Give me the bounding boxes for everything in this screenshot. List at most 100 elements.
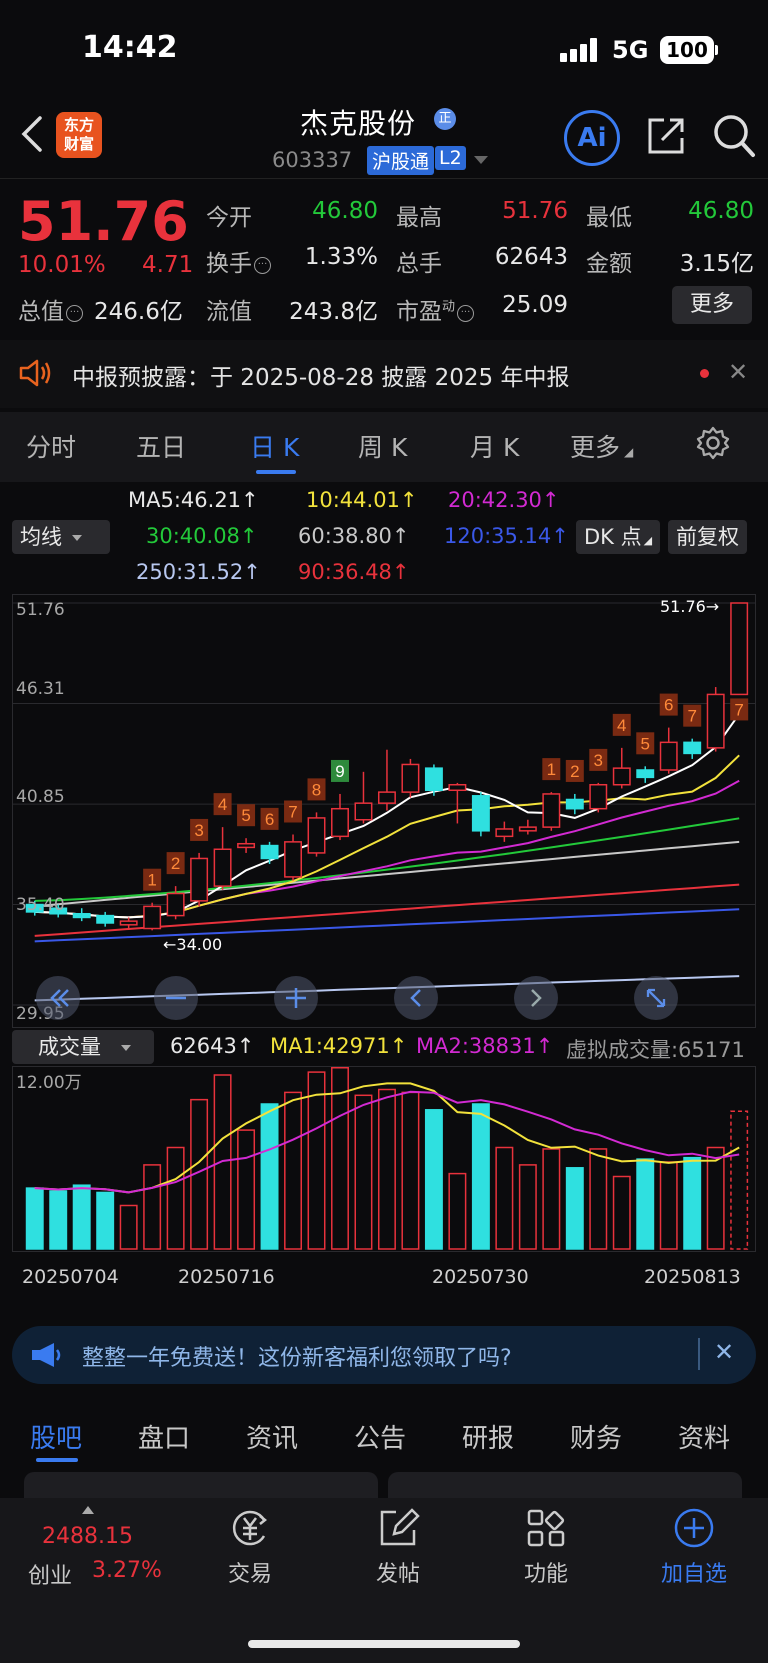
index-percent[interactable]: 3.27% [92,1558,162,1583]
add-watchlist-icon[interactable] [672,1506,716,1550]
volume-bar [260,1103,279,1250]
dropdown-icon [121,1045,131,1051]
tab-announcements[interactable]: 公告 [354,1418,406,1455]
speaker-icon [19,359,51,387]
scroll-left-button[interactable] [394,976,438,1020]
post-label[interactable]: 发帖 [348,1556,448,1588]
volume-bar [730,1110,749,1250]
high-value: 51.76 [502,198,568,224]
info-icon[interactable]: ··· [66,305,83,322]
td-count-label: 6 [664,696,673,715]
tab-profile[interactable]: 资料 [678,1418,730,1455]
gear-icon[interactable] [696,426,730,460]
close-icon[interactable]: ✕ [728,358,748,386]
kline-chart[interactable]: 12345678912345677 [12,594,756,1028]
close-icon[interactable]: ✕ [714,1338,734,1366]
volume-label: 总手 [396,251,442,277]
zoom-out-button[interactable] [154,976,198,1020]
volume-bar [565,1167,584,1250]
candle-body [471,795,490,832]
candle-body [659,741,678,771]
unread-dot [700,369,709,378]
status-time: 14:42 [82,30,178,65]
tab-indicator [36,1458,78,1462]
adjust-button[interactable]: 前复权 [668,520,747,554]
tab-daily-k[interactable]: 日 K [250,428,299,464]
dk-point-button[interactable]: DK 点 ◢ [576,520,661,554]
tab-indicator [256,470,296,474]
td-count-label: 7 [734,700,743,719]
tab-intraday[interactable]: 分时 [26,428,76,464]
ma250-value: 250:31.52↑ [136,560,261,584]
ma-selector[interactable]: 均线 [12,520,110,554]
candle-body [636,769,655,779]
tab-weekly-k[interactable]: 周 K [358,428,407,464]
index-name[interactable]: 创业 [28,1558,72,1590]
y-tick-label: 46.31 [16,679,65,699]
volume-chart[interactable] [12,1066,756,1252]
rewind-button[interactable] [36,976,80,1020]
candle-body [354,802,373,821]
amount-value: 3.15亿 [679,251,754,277]
candle-body [377,791,396,804]
app-logo[interactable]: 东方 财富 [56,112,102,158]
more-button[interactable]: 更多 [672,286,752,324]
function-label[interactable]: 功能 [496,1556,596,1588]
l2-tag[interactable]: L2 [435,146,466,170]
volume-bar [96,1191,115,1250]
candle-body [401,763,420,793]
volume-bar [683,1156,702,1250]
volume-bar [166,1146,185,1250]
trade-label[interactable]: 交易 [200,1556,300,1588]
tab-research[interactable]: 研报 [462,1418,514,1455]
candle-body [518,826,537,832]
watch-label[interactable]: 加自选 [644,1556,744,1588]
volume-ma1: MA1:42971↑ [270,1034,408,1058]
tab-forum[interactable]: 股吧 [30,1418,82,1455]
date-label: 20250813 [644,1266,741,1288]
tab-financials[interactable]: 财务 [570,1418,622,1455]
virtual-volume: 虚拟成交量:65171 [566,1038,745,1062]
ai-assistant-button[interactable]: Ai [564,110,620,166]
notice-text: 中报预披露：于 2025-08-28 披露 2025 年中报 [72,365,570,391]
date-label: 20250730 [432,1266,529,1288]
zoom-in-button[interactable] [274,976,318,1020]
volume-bar [307,1071,326,1250]
low-marker: ←34.00 [163,935,223,954]
banner-separator [698,1338,700,1370]
tab-more[interactable]: 更多 ◢ [570,428,633,464]
kline-svg: 12345 6 789 1 234567 7 [13,602,755,1006]
volume-selector[interactable]: 成交量 [12,1030,154,1064]
fullscreen-button[interactable] [634,976,678,1020]
search-icon[interactable] [712,112,756,160]
float-value: 243.8亿 [289,299,378,325]
volume-bar [542,1148,561,1250]
candle-body [166,892,185,917]
share-icon[interactable] [644,114,688,158]
tab-orderbook[interactable]: 盘口 [138,1418,190,1455]
td-count-label: 7 [288,803,297,822]
volume-bar [518,1164,537,1250]
trade-icon[interactable] [228,1506,272,1550]
candle-body [495,828,514,838]
open-label: 今开 [206,205,252,231]
turnover-label: 换手 ··· [206,244,271,278]
volume-bar [706,1146,725,1250]
info-icon[interactable]: ··· [457,305,475,322]
candle-body [730,602,749,696]
grid-icon[interactable] [524,1506,568,1550]
post-icon[interactable] [376,1506,420,1550]
index-value[interactable]: 2488.15 [42,1524,133,1549]
tab-five-day[interactable]: 五日 [136,428,186,464]
back-icon[interactable] [18,114,46,154]
battery-tip [715,45,718,55]
info-icon[interactable]: ··· [254,257,271,274]
td-count-label: 4 [617,716,626,735]
chevron-down-icon[interactable] [474,156,488,164]
tab-news[interactable]: 资讯 [246,1418,298,1455]
volume-bar [377,1088,396,1250]
home-indicator[interactable] [248,1640,520,1648]
tab-monthly-k[interactable]: 月 K [470,428,519,464]
dropdown-icon [72,535,82,541]
scroll-right-button[interactable] [514,976,558,1020]
